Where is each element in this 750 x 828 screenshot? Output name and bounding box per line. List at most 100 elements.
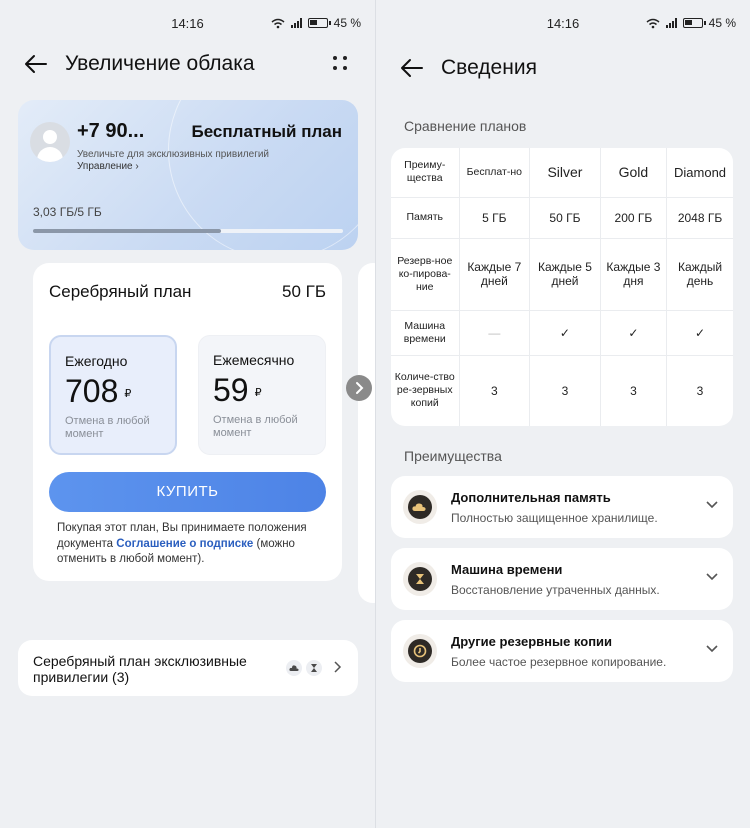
table-cell: Каждые 3 дня: [599, 237, 668, 311]
next-plan-button[interactable]: [346, 375, 372, 401]
table-cell: Каждые 7 дней: [458, 237, 531, 311]
subscription-agreement-link[interactable]: Соглашение о подписке: [116, 538, 253, 550]
table-cell: 3: [666, 354, 733, 426]
signal-icon: [290, 18, 302, 28]
benefit-extra-storage[interactable]: Дополнительная память Полностью защищенн…: [391, 476, 733, 538]
battery-percent: 45 %: [333, 16, 361, 30]
current-plan: Бесплатный план: [191, 122, 342, 141]
monthly-cancel-note: Отмена в любой момент: [213, 414, 298, 439]
page-title: Сведения: [441, 56, 537, 79]
benefits-title: Преимущества: [404, 448, 502, 464]
compare-title: Сравнение планов: [404, 118, 527, 134]
table-cell: Каждый день: [666, 237, 733, 311]
top-bar: Увеличение облака: [0, 48, 375, 80]
monthly-label: Ежемесячно: [213, 352, 295, 368]
table-header: Бесплат-но: [458, 148, 531, 198]
table-header: Преиму-щества: [391, 148, 460, 198]
table-row: Количе-ство ре-зервных копий 3 3 3 3: [391, 354, 733, 426]
manage-link[interactable]: Управление ›: [77, 161, 139, 172]
chevron-right-icon: [334, 661, 342, 673]
plan-size: 50 ГБ: [282, 282, 326, 301]
table-cell: Память: [391, 196, 460, 239]
status-bar: 14:16 45 %: [0, 16, 375, 36]
account-phone: +7 90...: [77, 120, 145, 142]
hourglass-icon: [403, 562, 437, 596]
benefit-title: Машина времени: [451, 562, 563, 577]
silver-plan-card: Серебряный план 50 ГБ Ежегодно 708 ₽ Отме…: [33, 263, 342, 581]
benefit-desc: Более частое резервное копирование.: [451, 655, 667, 669]
back-arrow-icon[interactable]: [398, 54, 426, 82]
table-header-row: Преиму-щества Бесплат-но Silver Gold Dia…: [391, 148, 733, 198]
chevron-right-icon: ›: [135, 161, 139, 172]
signal-icon: [665, 18, 677, 28]
terms-text: Покупая этот план, Вы принимаете положен…: [57, 522, 307, 565]
benefit-other-backups[interactable]: Другие резервные копии Более частое резе…: [391, 620, 733, 682]
table-cell: 2048 ГБ: [666, 196, 733, 239]
monthly-price: 59 ₽: [213, 372, 262, 408]
yearly-option[interactable]: Ежегодно 708 ₽ Отмена в любой момент: [49, 335, 177, 455]
table-cell: Количе-ство ре-зервных копий: [391, 354, 460, 426]
table-header: Silver: [529, 148, 601, 198]
benefit-desc: Полностью защищенное хранилище.: [451, 511, 658, 525]
plan-title: Серебряный план: [49, 282, 192, 301]
benefit-title: Дополнительная память: [451, 490, 611, 505]
battery-icon: [682, 18, 706, 28]
cloud-icon: [286, 660, 302, 676]
table-cell: Резерв-ное ко-пирова-ние: [391, 237, 460, 311]
storage-bar-fill: [33, 229, 221, 233]
privileges-row[interactable]: Серебряный план эксклюзивные привилегии …: [18, 640, 358, 696]
table-cell: 3: [458, 354, 531, 426]
check-icon: ✓: [599, 309, 668, 356]
table-cell: 5 ГБ: [458, 196, 531, 239]
yearly-label: Ежегодно: [65, 353, 128, 369]
page-title: Увеличение облака: [65, 52, 255, 75]
battery-percent: 45 %: [708, 16, 736, 30]
table-row: Машина времени — ✓ ✓ ✓: [391, 309, 733, 356]
storage-bar: [33, 229, 343, 233]
chevron-down-icon: [706, 573, 718, 581]
yearly-cancel-note: Отмена в любой момент: [65, 415, 150, 440]
left-screen: 14:16 45 % Увеличение облака +7 90... Бе…: [0, 0, 375, 828]
table-row: Резерв-ное ко-пирова-ние Каждые 7 дней К…: [391, 237, 733, 311]
yearly-price: 708 ₽: [65, 373, 132, 409]
benefit-title: Другие резервные копии: [451, 634, 613, 649]
benefit-desc: Восстановление утраченных данных.: [451, 583, 660, 597]
table-row: Память 5 ГБ 50 ГБ 200 ГБ 2048 ГБ: [391, 196, 733, 239]
wifi-icon: [271, 18, 285, 28]
status-icons: 45 %: [271, 16, 361, 30]
cloud-icon: [403, 490, 437, 524]
comparison-table: Преиму-щества Бесплат-но Silver Gold Dia…: [391, 148, 733, 426]
check-icon: ✓: [666, 309, 733, 356]
wifi-icon: [646, 18, 660, 28]
status-bar: 14:16 45 %: [376, 16, 750, 36]
monthly-option[interactable]: Ежемесячно 59 ₽ Отмена в любой момент: [198, 335, 326, 455]
top-bar: Сведения: [376, 52, 750, 84]
table-cell: 3: [529, 354, 601, 426]
more-options-icon[interactable]: [331, 54, 349, 72]
right-screen: 14:16 45 % Сведения Сравнение планов Пре…: [376, 0, 750, 828]
back-arrow-icon[interactable]: [22, 50, 50, 78]
backup-icon: [403, 634, 437, 668]
chevron-down-icon: [706, 645, 718, 653]
table-cell: 200 ГБ: [599, 196, 668, 239]
table-cell: 3: [599, 354, 668, 426]
chevron-down-icon: [706, 501, 718, 509]
battery-icon: [307, 18, 331, 28]
table-cell: 50 ГБ: [529, 196, 601, 239]
hourglass-icon: [306, 660, 322, 676]
status-icons: 45 %: [646, 16, 736, 30]
table-header: Gold: [599, 148, 668, 198]
buy-button[interactable]: КУПИТЬ: [49, 472, 326, 512]
account-card: +7 90... Бесплатный план Увеличьте для э…: [18, 100, 358, 250]
table-header: Diamond: [666, 148, 733, 198]
upgrade-hint: Увеличьте для эксклюзивных привилегий: [77, 149, 270, 160]
table-cell: —: [458, 309, 531, 356]
benefit-time-machine[interactable]: Машина времени Восстановление утраченных…: [391, 548, 733, 610]
check-icon: ✓: [529, 309, 601, 356]
storage-usage: 3,03 ГБ/5 ГБ: [33, 205, 102, 219]
manage-label: Управление: [77, 161, 133, 172]
table-cell: Машина времени: [391, 309, 460, 356]
next-plan-card-peek[interactable]: [358, 263, 375, 603]
chevron-right-icon: [356, 382, 364, 394]
table-cell: Каждые 5 дней: [529, 237, 601, 311]
